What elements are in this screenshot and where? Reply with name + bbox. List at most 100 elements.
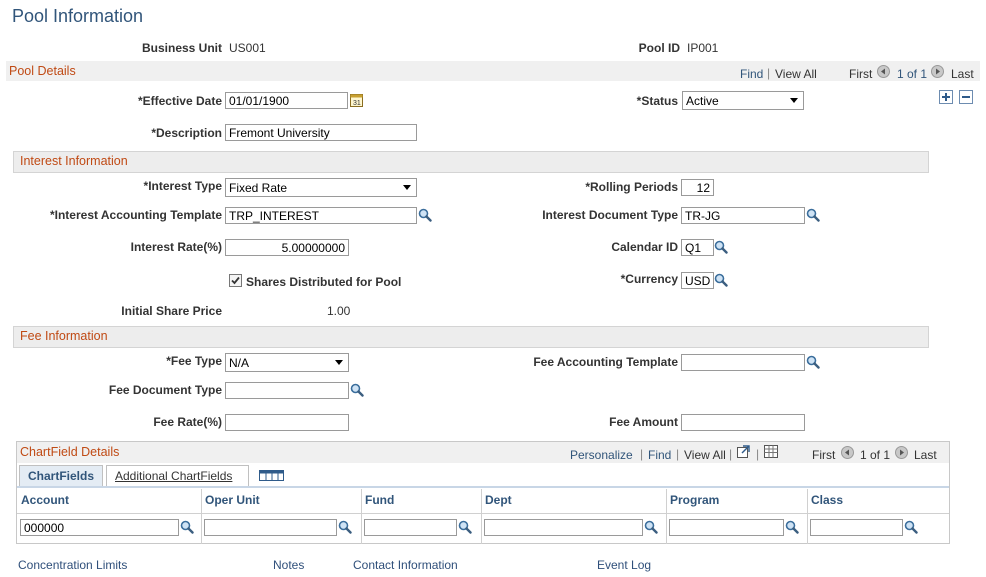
fee-accounting-template-field[interactable] xyxy=(681,354,805,371)
magnifier-icon[interactable] xyxy=(806,355,820,369)
interest-accounting-template-label: *Interest Accounting Template xyxy=(49,208,222,222)
tab-chartfields[interactable]: ChartFields xyxy=(19,465,103,487)
business-unit-label: Business Unit xyxy=(141,41,222,55)
svg-text:31: 31 xyxy=(353,100,361,107)
oper-unit-field[interactable] xyxy=(204,519,337,536)
event-log-link[interactable]: Event Log xyxy=(597,558,651,572)
magnifier-icon[interactable] xyxy=(785,520,799,534)
initial-share-price-label: Initial Share Price xyxy=(121,304,222,318)
column-header-dept[interactable]: Dept xyxy=(485,493,512,507)
interest-document-type-field[interactable]: TR-JG xyxy=(681,207,805,224)
minus-icon[interactable] xyxy=(959,90,973,104)
column-header-oper-unit[interactable]: Oper Unit xyxy=(205,493,260,507)
personalize-link[interactable]: Personalize xyxy=(570,448,633,462)
magnifier-icon[interactable] xyxy=(180,520,194,534)
magnifier-icon[interactable] xyxy=(644,520,658,534)
status-value: Active xyxy=(686,94,719,108)
fee-document-type-label: Fee Document Type xyxy=(108,383,222,397)
separator: | xyxy=(676,447,680,461)
magnifier-icon[interactable] xyxy=(904,520,918,534)
status-select[interactable]: Active xyxy=(682,91,804,110)
chartfield-first: First xyxy=(812,448,836,462)
effective-date-field[interactable]: 01/01/1900 xyxy=(225,92,348,109)
calendar-id-field[interactable]: Q1 xyxy=(681,239,714,256)
account-field[interactable]: 000000 xyxy=(20,519,179,536)
shares-distributed-label: Shares Distributed for Pool xyxy=(246,275,402,289)
contact-information-link[interactable]: Contact Information xyxy=(353,558,458,572)
shares-distributed-checkbox[interactable] xyxy=(229,274,242,287)
description-field[interactable]: Fremont University xyxy=(225,124,417,141)
fee-rate-field[interactable] xyxy=(225,414,349,431)
column-header-fund[interactable]: Fund xyxy=(365,493,394,507)
interest-info-bar xyxy=(13,151,929,173)
calendar-id-label: Calendar ID xyxy=(611,240,678,254)
separator: | xyxy=(729,447,733,461)
magnifier-icon[interactable] xyxy=(806,208,820,222)
rolling-periods-label: *Rolling Periods xyxy=(585,180,678,194)
business-unit-value: US001 xyxy=(229,41,266,55)
pool-details-view-all[interactable]: View All xyxy=(775,67,817,81)
interest-info-title: Interest Information xyxy=(20,154,128,168)
grid-header-row xyxy=(17,489,949,514)
interest-rate-field[interactable]: 5.00000000 xyxy=(225,239,349,256)
chartfield-view-all[interactable]: View All xyxy=(684,448,726,462)
fee-type-value: N/A xyxy=(229,356,250,370)
fee-document-type-field[interactable] xyxy=(225,382,349,399)
fund-field[interactable] xyxy=(364,519,457,536)
show-all-columns-icon[interactable] xyxy=(258,467,286,484)
separator: | xyxy=(767,66,771,80)
tab-additional-chartfields[interactable]: Additional ChartFields xyxy=(106,465,249,487)
concentration-limits-link[interactable]: Concentration Limits xyxy=(18,558,127,572)
page-title: Pool Information xyxy=(12,6,144,26)
arrow-right-circle-icon[interactable] xyxy=(895,446,908,459)
class-field[interactable] xyxy=(810,519,903,536)
interest-type-label: *Interest Type xyxy=(143,179,222,193)
chartfield-count: 1 of 1 xyxy=(860,448,891,462)
column-header-program[interactable]: Program xyxy=(670,493,719,507)
column-header-account[interactable]: Account xyxy=(21,493,69,507)
pool-details-first: First xyxy=(849,67,873,81)
rolling-periods-field[interactable]: 12 xyxy=(681,179,714,196)
fee-amount-field[interactable] xyxy=(681,414,805,431)
chartfield-last: Last xyxy=(914,448,937,462)
magnifier-icon[interactable] xyxy=(338,520,352,534)
column-divider xyxy=(481,489,482,544)
arrow-left-circle-icon[interactable] xyxy=(877,65,890,78)
grid-download-icon[interactable] xyxy=(764,445,778,458)
notes-link[interactable]: Notes xyxy=(273,558,304,572)
arrow-left-circle-icon[interactable] xyxy=(841,446,854,459)
pool-details-find-link[interactable]: Find xyxy=(740,67,763,81)
currency-field[interactable]: USD xyxy=(681,272,714,289)
chartfield-find-link[interactable]: Find xyxy=(648,448,671,462)
pool-details-title: Pool Details xyxy=(9,64,76,78)
interest-type-select[interactable]: Fixed Rate xyxy=(225,178,417,197)
column-divider xyxy=(807,489,808,544)
magnifier-icon[interactable] xyxy=(458,520,472,534)
column-divider xyxy=(666,489,667,544)
dept-field[interactable] xyxy=(484,519,643,536)
calendar-icon[interactable]: 31 xyxy=(350,93,363,107)
pool-id-label: Pool ID xyxy=(638,41,680,55)
magnifier-icon[interactable] xyxy=(714,240,728,254)
program-field[interactable] xyxy=(669,519,784,536)
description-label: *Description xyxy=(151,126,222,140)
fee-info-bar xyxy=(13,326,929,348)
currency-label: *Currency xyxy=(620,272,678,286)
column-header-class[interactable]: Class xyxy=(811,493,843,507)
fee-type-select[interactable]: N/A xyxy=(225,353,349,372)
pool-details-last: Last xyxy=(951,67,974,81)
pool-details-count: 1 of 1 xyxy=(897,67,928,81)
new-window-icon[interactable] xyxy=(737,445,751,458)
fee-type-label: *Fee Type xyxy=(166,354,222,368)
pool-details-bar xyxy=(6,61,980,81)
plus-icon[interactable] xyxy=(939,90,953,104)
interest-accounting-template-field[interactable]: TRP_INTEREST xyxy=(225,207,417,224)
interest-rate-label: Interest Rate(%) xyxy=(130,240,222,254)
arrow-right-circle-icon[interactable] xyxy=(931,65,944,78)
effective-date-label: *Effective Date xyxy=(137,94,222,108)
magnifier-icon[interactable] xyxy=(714,273,728,287)
fee-info-title: Fee Information xyxy=(20,329,108,343)
magnifier-icon[interactable] xyxy=(418,208,432,222)
magnifier-icon[interactable] xyxy=(350,383,364,397)
fee-rate-label: Fee Rate(%) xyxy=(153,415,222,429)
